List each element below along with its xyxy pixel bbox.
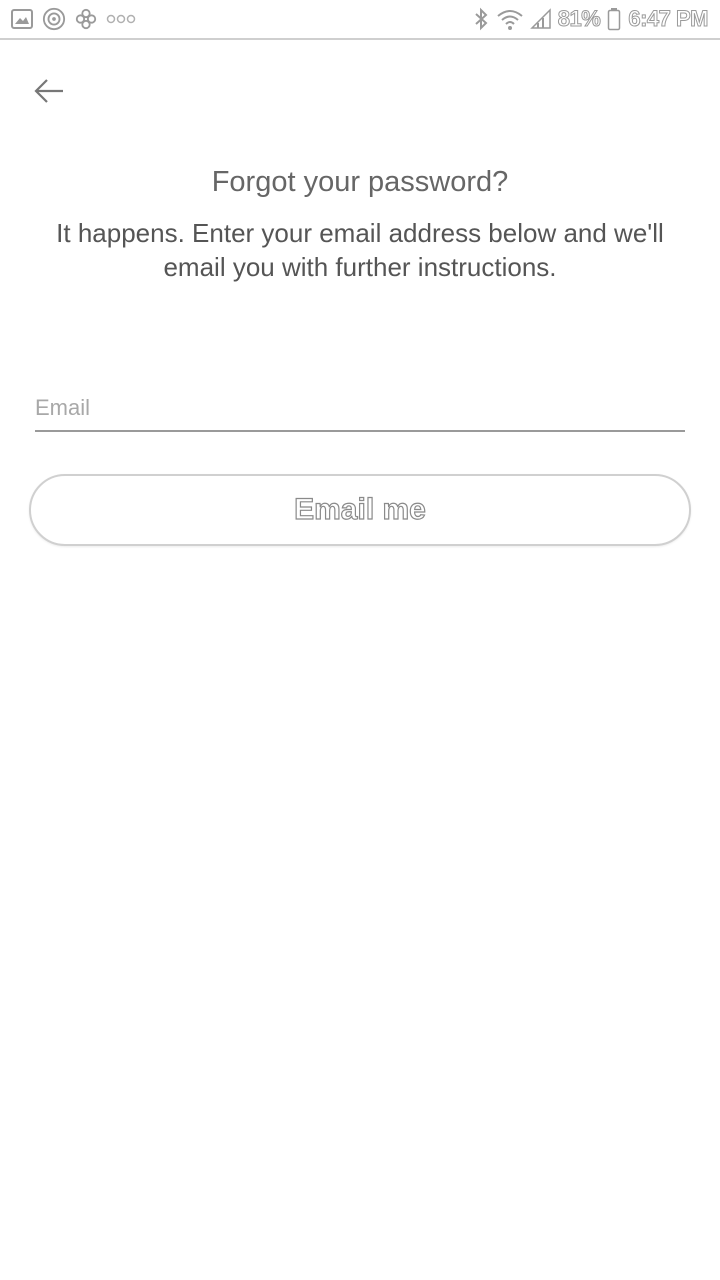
signal-icon xyxy=(529,7,552,31)
status-bar: 81% 6:47 PM xyxy=(0,0,720,40)
page-title: Forgot your password? xyxy=(211,166,509,198)
pinwheel-icon xyxy=(74,7,98,31)
target-icon xyxy=(42,7,66,31)
wifi-icon xyxy=(496,7,524,31)
status-right: 81% 6:47 PM xyxy=(472,6,709,32)
more-dots-icon xyxy=(106,7,136,31)
status-left xyxy=(10,7,136,31)
battery-percent: 81% xyxy=(557,6,601,32)
page-description: It happens. Enter your email address bel… xyxy=(56,218,664,282)
email-me-label: Email me xyxy=(294,492,427,526)
bluetooth-icon xyxy=(472,7,490,31)
back-button[interactable] xyxy=(26,70,72,116)
email-field-container xyxy=(35,388,685,432)
email-field[interactable] xyxy=(35,388,685,428)
image-icon xyxy=(10,7,34,31)
clock: 6:47 PM xyxy=(628,6,709,32)
arrow-left-icon xyxy=(33,77,65,110)
battery-icon xyxy=(606,7,622,31)
email-me-button[interactable]: Email me xyxy=(29,474,691,546)
